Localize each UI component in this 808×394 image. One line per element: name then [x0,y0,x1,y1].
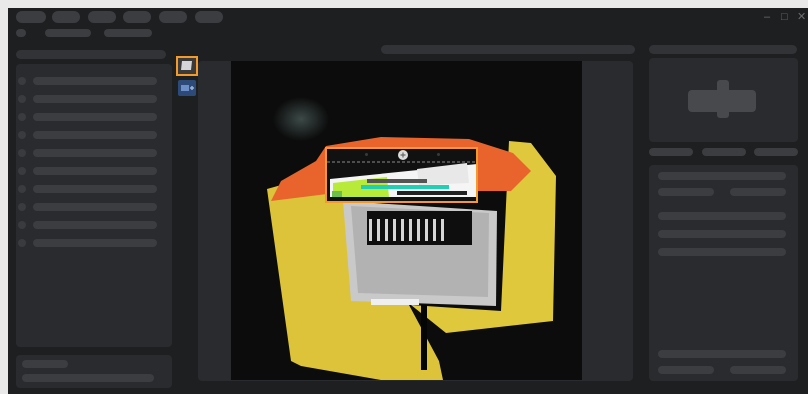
maximize-button[interactable]: □ [781,10,788,24]
viewer-header [381,45,635,54]
menu-item-2[interactable] [52,11,80,23]
menu-item-1[interactable] [16,11,46,23]
tree-item[interactable] [33,113,157,121]
toolbar-tab-1[interactable] [45,29,91,37]
menu-item-6[interactable] [195,11,223,23]
tree-item-dot [18,95,26,103]
tree-item[interactable] [33,167,157,175]
tree-item-dot [18,167,26,175]
property-value[interactable] [730,188,786,196]
handle-dot[interactable] [365,153,368,156]
tree-item-dot [18,131,26,139]
tree-item[interactable] [33,203,157,211]
property-value[interactable] [730,366,786,374]
roi-selection-box[interactable] [325,147,478,203]
tree-item[interactable] [33,131,157,139]
property-row [658,230,786,238]
center-handle-icon[interactable] [397,149,409,161]
tree-item-dot [18,221,26,229]
add-roi-tool[interactable] [178,80,196,96]
thumb-shape-vertical [717,80,729,118]
tree-item-dot [18,239,26,247]
property-label [658,366,714,374]
left-bottom-item-2 [22,374,154,382]
menu-item-3[interactable] [88,11,116,23]
tree-item[interactable] [33,239,157,247]
tree-item[interactable] [33,221,157,229]
right-panel-header [649,45,797,54]
left-bottom-item-1 [22,360,68,368]
tree-item[interactable] [33,149,157,157]
right-tab-2[interactable] [702,148,746,156]
tree-item-dot [18,113,26,121]
image-viewport[interactable] [231,61,582,380]
menu-item-5[interactable] [159,11,187,23]
app-window: – □ ✕ [8,8,808,394]
right-tab-1[interactable] [649,148,693,156]
property-row [658,248,786,256]
menu-item-4[interactable] [123,11,151,23]
close-button[interactable]: ✕ [797,10,806,24]
tree-item[interactable] [33,185,157,193]
preview-thumbnail [680,78,768,120]
property-row [658,172,786,180]
property-label [658,188,714,196]
tree-item-dot [18,149,26,157]
toolbar-tab-2[interactable] [104,29,152,37]
tree-item-dot [18,185,26,193]
minimize-button[interactable]: – [764,10,770,24]
connector-image [231,61,582,380]
handle-dot[interactable] [437,153,440,156]
select-roi-icon [181,61,192,70]
select-roi-tool[interactable] [176,56,198,76]
tree-item[interactable] [33,77,157,85]
left-panel-header [16,50,166,59]
toolbar-dot[interactable] [16,29,26,37]
tree-item[interactable] [33,95,157,103]
properties-panel [649,165,798,381]
property-row [658,212,786,220]
tree-item-dot [18,203,26,211]
add-roi-icon [181,85,194,91]
right-tab-3[interactable] [754,148,798,156]
tree-item-dot [18,77,26,85]
property-row [658,350,786,358]
